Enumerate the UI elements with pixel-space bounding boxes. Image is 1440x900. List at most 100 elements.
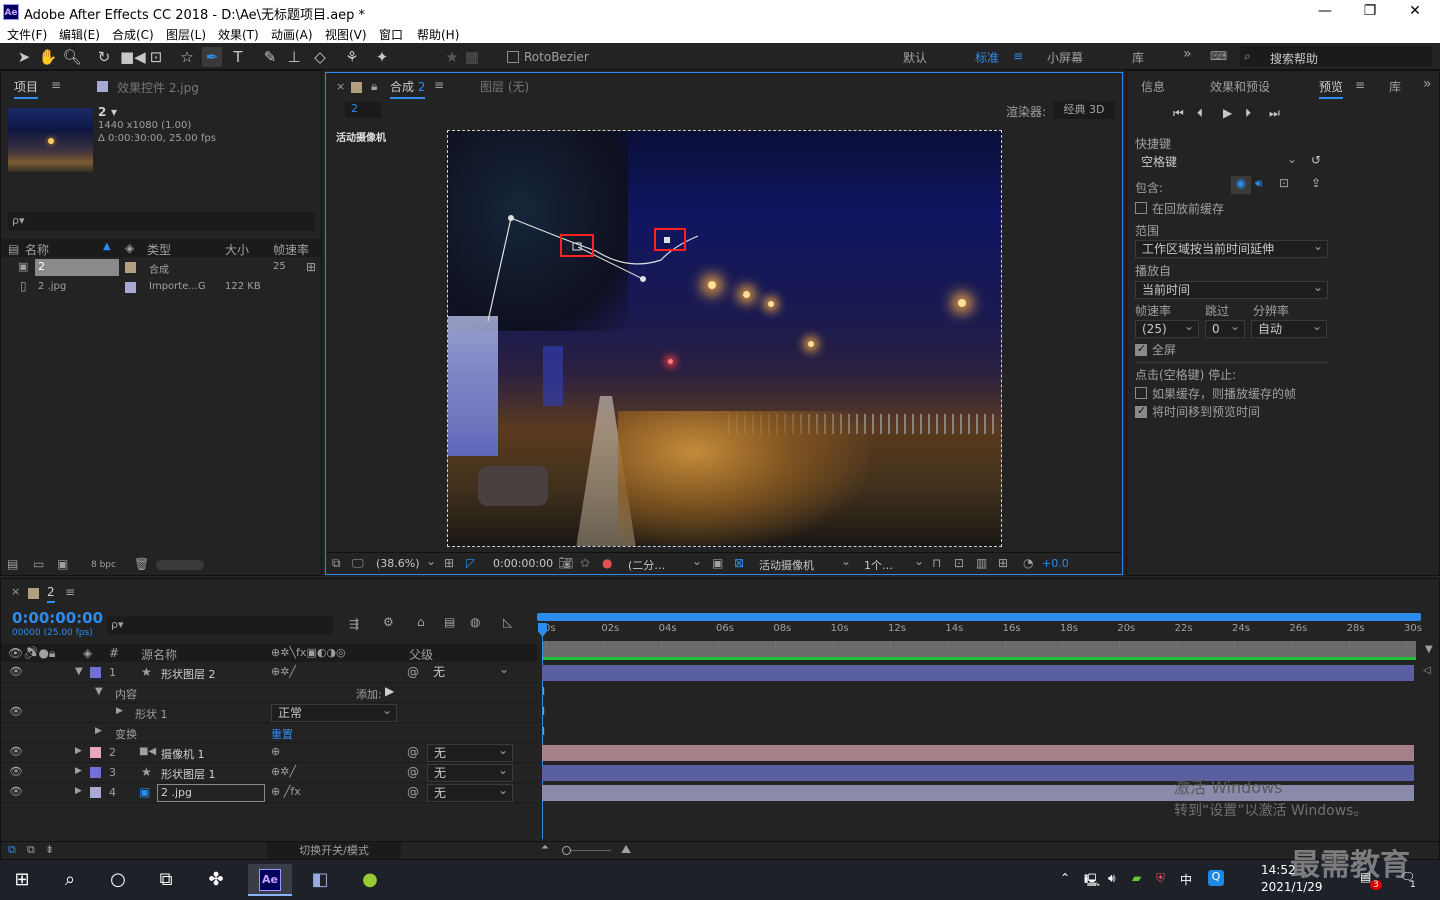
ime-indicator[interactable]: 中 xyxy=(1180,871,1192,888)
pen-tool-icon[interactable]: ✒ xyxy=(202,47,222,67)
layer-switches[interactable]: ⊕✲╱ xyxy=(271,765,296,778)
brush-tool-icon[interactable]: ✎ xyxy=(260,47,280,67)
delete-icon[interactable]: 🗑︎ xyxy=(134,557,149,571)
draft-3d-icon[interactable]: ⚙ xyxy=(383,615,394,629)
range-select[interactable]: 工作区域按当前时间延伸 xyxy=(1135,238,1328,258)
panel-more-icon[interactable]: » xyxy=(1423,76,1432,92)
reset-link[interactable]: 重置 xyxy=(271,726,293,742)
lock-icon[interactable]: 🔒︎ xyxy=(371,79,377,94)
project-row[interactable]: ▯ 2 .jpg Importe...G 122 KB xyxy=(1,278,321,297)
puppet-pin-tool-icon[interactable]: ✦ xyxy=(372,47,392,67)
timeline-toggle-icon[interactable]: ▥ xyxy=(976,556,987,570)
frame-blending-icon[interactable]: ▤ xyxy=(444,615,455,629)
layer-duration-bar[interactable] xyxy=(542,785,1414,801)
fan-app-icon[interactable]: ✤ xyxy=(194,864,238,896)
graph-editor-icon[interactable]: ◺ xyxy=(503,615,512,629)
layer-name[interactable]: 摄像机 1 xyxy=(161,746,205,762)
cortana-icon[interactable]: ○ xyxy=(96,864,140,896)
last-frame-icon[interactable]: ⏭ xyxy=(1269,106,1280,121)
pan-behind-tool-icon[interactable]: ⊡ xyxy=(146,47,166,67)
vertex-point[interactable] xyxy=(664,237,670,243)
layer-label-color[interactable] xyxy=(90,747,101,758)
workspace-small-screen[interactable]: 小屏幕 xyxy=(1047,49,1083,66)
work-area-bar[interactable] xyxy=(537,613,1421,621)
comp-navigator-chip[interactable]: 2 xyxy=(345,102,381,118)
include-video-icon[interactable]: ◉ xyxy=(1231,176,1251,194)
clone-stamp-tool-icon[interactable]: ⊥ xyxy=(284,47,304,67)
preview-menu-icon[interactable]: ≡ xyxy=(1355,78,1365,92)
exposure-value[interactable]: +0.0 xyxy=(1042,557,1069,570)
layer-row[interactable]: 👁︎ ▶ 2 ■◀ 摄像机 1 ⊕ @ 无 xyxy=(1,742,537,763)
export-icon[interactable]: ⇪ xyxy=(1311,176,1321,190)
workspace-menu-icon[interactable]: ≡ xyxy=(1013,49,1023,63)
grid-toggle-icon[interactable]: ⊞ xyxy=(444,556,454,570)
layer-name[interactable]: 形状图层 2 xyxy=(161,666,216,682)
eye-icon[interactable]: 👁︎ xyxy=(9,745,23,758)
flowchart-icon[interactable]: ⊞ xyxy=(998,556,1008,570)
item-dropdown-icon[interactable]: ▾ xyxy=(111,105,117,119)
project-menu-icon[interactable]: ≡ xyxy=(51,78,61,92)
zoom-out-icon[interactable]: ⏶ xyxy=(541,842,549,853)
layer-label-color[interactable] xyxy=(90,787,101,798)
tab-preview[interactable]: 预览 xyxy=(1319,78,1344,99)
tab-close-icon[interactable]: × xyxy=(11,585,20,598)
pick-whip-icon[interactable]: @ xyxy=(407,765,419,779)
show-hidden-icons[interactable]: ⌃ xyxy=(1060,871,1070,885)
expand-arrow-icon[interactable]: ▶ xyxy=(75,766,82,776)
label-color-swatch[interactable] xyxy=(125,262,136,273)
selection-tool-icon[interactable]: ➤ xyxy=(14,47,34,67)
move-time-checkbox[interactable] xyxy=(1135,404,1147,418)
menu-file[interactable]: 文件(F) xyxy=(7,26,47,43)
app-ball-icon[interactable]: ● xyxy=(348,864,392,896)
pixel-aspect-icon[interactable]: ⊓ xyxy=(932,556,941,570)
workspace-default[interactable]: 默认 xyxy=(903,49,927,66)
bezier-handle[interactable] xyxy=(640,276,646,282)
show-snapshot-icon[interactable]: ✿ xyxy=(580,556,590,570)
expand-arrow-icon[interactable]: ▶ xyxy=(75,786,82,796)
search-icon[interactable]: ⌕ xyxy=(48,864,92,896)
zoom-slider-thumb[interactable] xyxy=(562,846,571,855)
layer-switches[interactable]: ⊕ xyxy=(271,745,280,758)
menu-layer[interactable]: 图层(L) xyxy=(166,26,206,43)
add-button-icon[interactable]: ▶ xyxy=(385,684,394,698)
rotobezier-checkbox[interactable] xyxy=(507,51,519,63)
flowchart-icon[interactable]: ⊞ xyxy=(306,260,316,274)
qq-icon[interactable]: Q xyxy=(1208,870,1224,886)
tab-effect-controls[interactable]: 效果控件 2.jpg xyxy=(117,79,199,96)
include-audio-icon[interactable]: 🔊︎ xyxy=(1255,176,1263,191)
expand-arrow-icon[interactable]: ▶ xyxy=(116,706,123,716)
hand-tool-icon[interactable]: ✋ xyxy=(38,47,58,67)
menu-window[interactable]: 窗口 xyxy=(379,26,403,43)
col-size[interactable]: 大小 xyxy=(225,241,249,258)
menu-view[interactable]: 视图(V) xyxy=(325,26,367,43)
workspace-libraries[interactable]: 库 xyxy=(1132,49,1144,66)
renderer-select[interactable]: 经典 3D xyxy=(1053,101,1115,119)
transparency-grid-icon[interactable]: ⊠ xyxy=(734,556,744,570)
camera-view-select[interactable]: 活动摄像机 xyxy=(759,557,814,573)
tab-timeline[interactable]: 2 xyxy=(47,585,55,603)
previous-frame-icon[interactable]: ⏴ xyxy=(1197,106,1203,121)
always-preview-icon[interactable]: ⧉ xyxy=(332,556,341,571)
transfer-controls-icon[interactable]: ⧉ xyxy=(27,843,35,857)
fps-select[interactable]: (25) xyxy=(1135,318,1199,338)
first-frame-icon[interactable]: ⏮ xyxy=(1173,106,1184,121)
expand-arrow-icon[interactable]: ▼ xyxy=(75,666,83,677)
motion-blur-icon[interactable]: ◍ xyxy=(470,615,480,629)
pick-whip-icon[interactable]: @ xyxy=(407,785,419,799)
interpret-footage-icon[interactable]: ▤ xyxy=(7,557,18,571)
nvidia-icon[interactable]: ▰ xyxy=(1132,871,1141,885)
layer-row[interactable]: 👁︎ ▶ 4 ▣ 2 .jpg ⊕ ╱fx @ 无 xyxy=(1,782,537,803)
roto-brush-tool-icon[interactable]: ⚘ xyxy=(342,47,362,67)
bit-depth-button[interactable]: 8 bpc xyxy=(91,560,116,570)
comp-flowchart-icon[interactable]: ⇶ xyxy=(349,617,359,631)
tab-libraries[interactable]: 库 xyxy=(1389,78,1401,95)
project-search-input[interactable]: ρ▾ xyxy=(8,212,315,231)
tab-effects-presets[interactable]: 效果和预设 xyxy=(1210,78,1270,95)
camera-view-dropdown-icon[interactable]: ⌄ xyxy=(841,554,851,568)
blend-mode-select[interactable]: 正常 xyxy=(271,702,397,722)
col-fps[interactable]: 帧速率 xyxy=(273,241,309,258)
sync-icon[interactable]: ⌨ xyxy=(1210,49,1227,63)
minimize-button[interactable]: — xyxy=(1302,0,1348,24)
menu-edit[interactable]: 编辑(E) xyxy=(59,26,100,43)
security-icon[interactable]: ⛨ xyxy=(1156,871,1165,886)
